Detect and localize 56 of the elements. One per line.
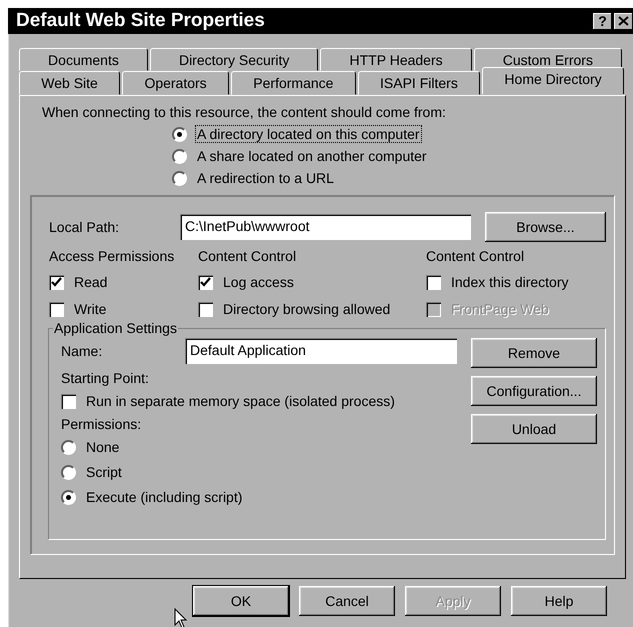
field-label: Local Path: [49,219,120,235]
tab[interactable]: Performance [230,71,356,95]
tab[interactable]: Operators [122,71,229,95]
checkbox[interactable] [49,302,64,316]
dialog-button[interactable]: Remove [471,338,597,368]
tab[interactable]: ISAPI Filters [358,71,480,95]
instruction-text: When connecting to this resource, the content should come from: [42,104,447,120]
dialog-button[interactable]: OK [193,586,289,616]
browse-button[interactable]: Browse... [484,212,606,242]
help-button[interactable]: ? [593,12,612,30]
group-legend: Application Settings [53,320,178,336]
column-heading: Content Control [426,247,526,266]
dialog-button[interactable]: Configuration... [471,376,597,406]
option-label: A redirection to a URL [196,170,335,186]
option-label: A directory located on this computer [196,126,421,142]
dialog-button[interactable]: Cancel [299,586,395,616]
radio-button[interactable] [61,490,76,504]
radio-button[interactable] [61,464,76,480]
option-label: Write [73,301,108,317]
checkbox[interactable] [61,394,76,408]
close-icon [618,16,629,26]
option-label: Index this directory [450,274,570,290]
section-label: Permissions: [61,416,142,434]
window-title: Default Web Site Properties [16,10,265,32]
column-heading: Content Control [198,247,298,266]
option-label: Directory browsing allowed [222,301,392,317]
option-label: FrontPage Web [450,301,550,317]
option-label: Log access [222,274,295,290]
radio-button[interactable] [172,148,187,164]
tab[interactable]: Directory Security [150,48,318,71]
tab[interactable]: HTTP Headers [320,48,472,71]
close-button[interactable] [614,12,633,30]
local-path-field[interactable]: C:\InetPub\wwwroot [180,214,471,240]
application-name-field[interactable]: Default Application [185,338,457,364]
section-label: Starting Point: [61,370,150,388]
tab[interactable]: Home Directory [482,67,624,94]
radio-button[interactable] [61,440,76,454]
option-label: Read [73,274,108,290]
checkbox[interactable] [426,274,441,290]
option-label: A share located on another computer [196,148,428,164]
checkbox[interactable] [198,274,213,290]
option-label: Run in separate memory space (isolated process) [85,393,396,409]
tab[interactable]: Documents [19,48,148,71]
dialog-button[interactable]: Help [511,586,607,616]
radio-button[interactable] [172,170,187,186]
dialog-button[interactable]: Unload [471,414,597,444]
checkbox[interactable] [198,302,213,316]
option-label: Script [85,464,123,480]
option-label: Execute (including script) [85,489,244,505]
cursor-icon [174,608,188,627]
tab[interactable]: Web Site [19,71,120,95]
option-label: None [85,439,120,455]
field-label: Name: [61,343,104,359]
checkbox[interactable] [49,274,64,290]
column-heading: Access Permissions [49,247,176,266]
radio-button[interactable] [172,126,187,142]
